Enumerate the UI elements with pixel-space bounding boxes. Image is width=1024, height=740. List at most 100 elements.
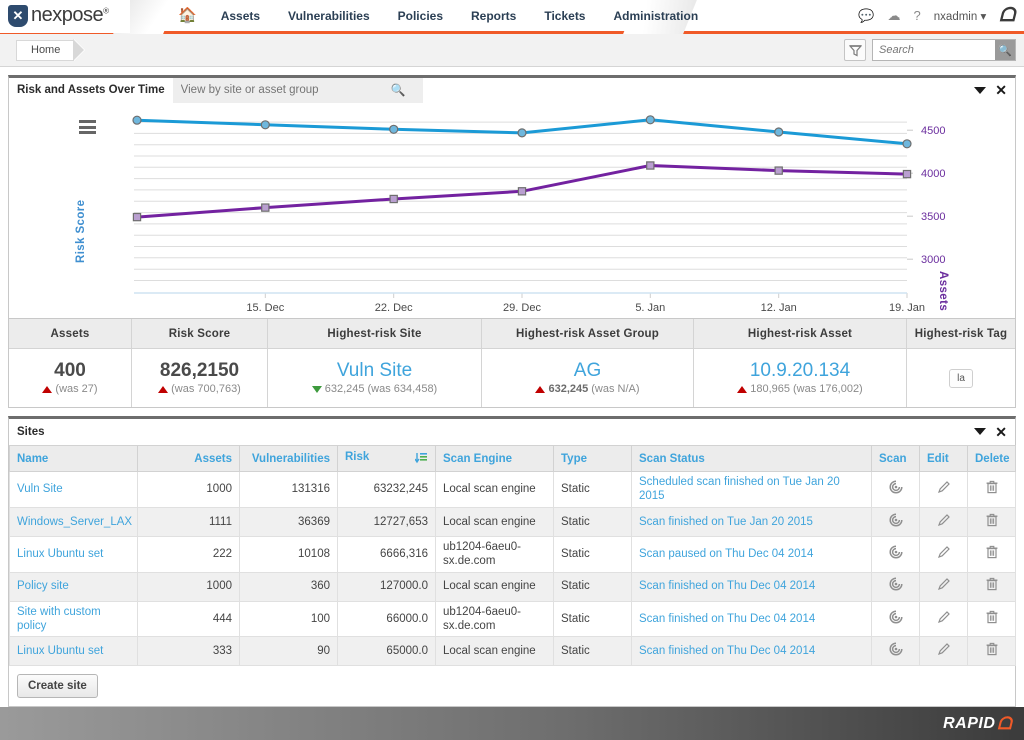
data-point-risk-score[interactable]	[775, 128, 783, 136]
scan-icon[interactable]	[888, 551, 904, 563]
nav-item-policies[interactable]: Policies	[384, 9, 457, 23]
search-icon[interactable]: 🔍	[391, 83, 406, 97]
column-header-scan-engine[interactable]: Scan Engine	[436, 446, 554, 472]
cell-delete[interactable]	[968, 507, 1016, 536]
status-badge[interactable]: la	[949, 369, 973, 388]
column-header-edit[interactable]: Edit	[920, 446, 968, 472]
scan-icon[interactable]	[888, 616, 904, 628]
caret-down-icon[interactable]	[974, 428, 986, 435]
data-point-assets[interactable]	[903, 171, 910, 178]
view-by-input[interactable]	[173, 84, 391, 96]
cell-delete[interactable]	[968, 472, 1016, 508]
cell-scan[interactable]	[872, 601, 920, 637]
trash-icon[interactable]	[984, 648, 1000, 660]
cell-scan[interactable]	[872, 507, 920, 536]
scan-icon[interactable]	[888, 583, 904, 595]
hamburger-menu-icon[interactable]	[79, 120, 96, 137]
scan-status-link[interactable]: Scan finished on Tue Jan 20 2015	[639, 516, 813, 528]
search-input[interactable]	[873, 40, 995, 60]
help-icon[interactable]: ?	[914, 9, 921, 22]
data-point-assets[interactable]	[518, 188, 525, 195]
site-name-link[interactable]: Policy site	[17, 580, 69, 592]
cell-edit[interactable]	[920, 601, 968, 637]
pencil-icon[interactable]	[936, 616, 952, 628]
site-name-link[interactable]: Linux Ubuntu set	[17, 645, 103, 657]
data-point-risk-score[interactable]	[903, 140, 911, 148]
filter-icon[interactable]	[844, 39, 866, 61]
column-header-scan[interactable]: Scan	[872, 446, 920, 472]
trash-icon[interactable]	[984, 486, 1000, 498]
cell-scan[interactable]	[872, 637, 920, 666]
user-menu[interactable]: nxadmin ▾	[934, 9, 986, 23]
comment-icon[interactable]: 💬	[858, 9, 874, 22]
pencil-icon[interactable]	[936, 486, 952, 498]
data-point-risk-score[interactable]	[133, 116, 141, 124]
column-header-name[interactable]: Name	[10, 446, 138, 472]
cell-scan[interactable]	[872, 572, 920, 601]
nav-item-vulnerabilities[interactable]: Vulnerabilities	[274, 9, 384, 23]
data-point-assets[interactable]	[133, 214, 140, 221]
close-icon[interactable]: ✕	[995, 425, 1007, 439]
cloud-icon[interactable]: ☁	[888, 9, 901, 22]
data-point-risk-score[interactable]	[261, 121, 269, 129]
nav-item-reports[interactable]: Reports	[457, 9, 530, 23]
data-point-assets[interactable]	[647, 162, 654, 169]
pencil-icon[interactable]	[936, 648, 952, 660]
site-name-link[interactable]: Site with custom policy	[17, 606, 101, 632]
cell-delete[interactable]	[968, 601, 1016, 637]
scan-icon[interactable]	[888, 648, 904, 660]
scan-icon[interactable]	[888, 519, 904, 531]
close-icon[interactable]: ✕	[995, 83, 1007, 97]
cell-delete[interactable]	[968, 572, 1016, 601]
breadcrumb-item-home[interactable]: Home	[16, 40, 74, 61]
cell-delete[interactable]	[968, 637, 1016, 666]
create-site-button[interactable]: Create site	[17, 674, 98, 698]
scan-status-link[interactable]: Scan finished on Thu Dec 04 2014	[639, 645, 815, 657]
cell-scan[interactable]	[872, 536, 920, 572]
scan-icon[interactable]	[888, 486, 904, 498]
cell-scan[interactable]	[872, 472, 920, 508]
scan-status-link[interactable]: Scan finished on Thu Dec 04 2014	[639, 580, 815, 592]
trash-icon[interactable]	[984, 616, 1000, 628]
home-icon[interactable]: 🏠	[168, 8, 207, 23]
data-point-assets[interactable]	[262, 204, 269, 211]
column-header-delete[interactable]: Delete	[968, 446, 1016, 472]
column-header-type[interactable]: Type	[554, 446, 632, 472]
trash-icon[interactable]	[984, 551, 1000, 563]
cell-edit[interactable]	[920, 536, 968, 572]
scan-status-link[interactable]: Scan finished on Thu Dec 04 2014	[639, 613, 815, 625]
scan-status-link[interactable]: Scheduled scan finished on Tue Jan 20 20…	[639, 476, 840, 502]
pencil-icon[interactable]	[936, 551, 952, 563]
cell-edit[interactable]	[920, 637, 968, 666]
nav-item-administration[interactable]: Administration	[599, 9, 712, 23]
nexpose-logo[interactable]: ✕ nexpose®	[0, 0, 130, 33]
stat-value-link[interactable]: Vuln Site	[337, 361, 412, 381]
cell-edit[interactable]	[920, 507, 968, 536]
cell-delete[interactable]	[968, 536, 1016, 572]
data-point-risk-score[interactable]	[390, 125, 398, 133]
data-point-assets[interactable]	[775, 167, 782, 174]
search-icon[interactable]: 🔍	[995, 40, 1015, 60]
nav-item-assets[interactable]: Assets	[207, 9, 274, 23]
site-name-link[interactable]: Windows_Server_LAX	[17, 516, 132, 528]
stat-value-link[interactable]: AG	[574, 361, 601, 381]
cell-edit[interactable]	[920, 472, 968, 508]
scan-status-link[interactable]: Scan paused on Thu Dec 04 2014	[639, 548, 813, 560]
data-point-risk-score[interactable]	[646, 116, 654, 124]
column-header-assets[interactable]: Assets	[138, 446, 240, 472]
site-name-link[interactable]: Vuln Site	[17, 483, 63, 495]
trash-icon[interactable]	[984, 583, 1000, 595]
pencil-icon[interactable]	[936, 583, 952, 595]
sort-descending-icon[interactable]	[415, 452, 428, 467]
column-header-vulnerabilities[interactable]: Vulnerabilities	[240, 446, 338, 472]
trash-icon[interactable]	[984, 519, 1000, 531]
column-header-scan-status[interactable]: Scan Status	[632, 446, 872, 472]
pencil-icon[interactable]	[936, 519, 952, 531]
stat-value-link[interactable]: 10.9.20.134	[750, 361, 850, 381]
nav-item-tickets[interactable]: Tickets	[530, 9, 599, 23]
cell-edit[interactable]	[920, 572, 968, 601]
column-header-risk[interactable]: Risk	[338, 446, 436, 472]
site-name-link[interactable]: Linux Ubuntu set	[17, 548, 103, 560]
data-point-assets[interactable]	[390, 195, 397, 202]
caret-down-icon[interactable]	[974, 87, 986, 94]
